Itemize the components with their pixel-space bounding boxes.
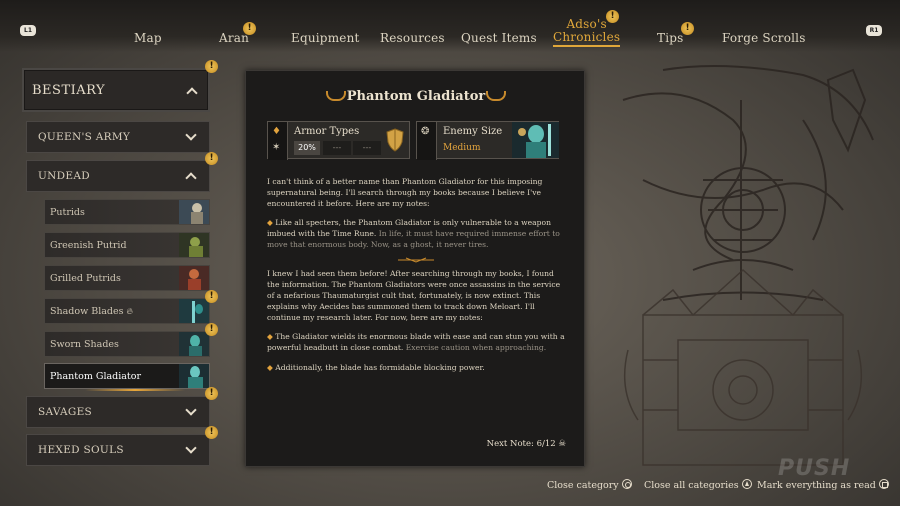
phantom-gladiator-portrait-icon [512,122,559,158]
chevron-down-icon [185,129,197,141]
tab-map[interactable]: Map [134,31,162,45]
greenish-putrid-portrait-icon [179,233,209,257]
enemy-size-value: Medium [443,143,481,153]
next-note-label: Next Note: 6/12 [486,439,556,449]
category-label: SAVAGES [38,406,93,418]
close-category-label: Close category [547,480,619,491]
shadow-blades-label: Shadow Blades [50,306,124,317]
section-divider-icon [398,257,434,263]
tab-equipment[interactable]: Equipment [291,31,360,45]
top-nav: L1 Map Aran ! Equipment Resources Quest … [0,0,900,52]
list-item-label: Putrids [50,207,85,218]
list-item-sworn-shades[interactable]: Sworn Shades [44,331,210,357]
alert-badge-icon: ! [205,290,218,303]
category-label: UNDEAD [38,170,90,182]
category-label: QUEEN'S ARMY [38,131,131,143]
chevron-up-icon [185,172,197,184]
bullet-icon: ◆ [267,332,273,341]
armor-types-title: Armor Types [294,126,360,137]
alert-badge-icon: ! [681,22,694,35]
armor-value-3: --- [353,141,381,155]
list-item-phantom-gladiator[interactable]: Phantom Gladiator [44,363,210,391]
watermark-logo: PUSH [778,456,851,481]
creature-icon: ❂ [421,126,430,137]
armor-value-1: 20% [294,141,320,155]
alert-badge-icon: ! [606,10,619,23]
square-button-icon [878,479,889,489]
entry-note-2: ◆ The Gladiator wields its enormous blad… [267,332,567,354]
chevron-up-icon [186,87,198,99]
next-note[interactable]: Next Note: 6/12 ☠︎ [487,439,566,449]
armor-types-box: ♦ ✶ Armor Types 20% --- --- [267,121,410,160]
tab-quest-items[interactable]: Quest Items [461,31,537,45]
active-tab-underline [553,45,621,47]
tab-tips[interactable]: Tips [657,31,683,45]
tab-label-line2: Chronicles [553,30,621,44]
parchment-illustration [622,65,874,466]
list-item-label: Phantom Gladiator [50,371,142,382]
enemy-size-tab: ❂ [417,122,437,160]
entry-middle-text: I knew I had seen them before! After sea… [267,269,561,322]
alert-badge-icon: ! [205,60,218,73]
tab-resources[interactable]: Resources [380,31,445,45]
entry-title: Phantom Gladiator [346,89,486,104]
category-hexed-souls[interactable]: HEXED SOULS [26,434,210,466]
skull-icon: ☠︎ [558,439,566,449]
bestiary-title: BESTIARY [32,83,106,98]
note-3-text: Additionally, the blade has formidable b… [275,363,485,372]
putrid-portrait-icon [179,200,209,224]
list-item-label: Grilled Putrids [50,273,121,284]
tab-forge-scrolls[interactable]: Forge Scrolls [722,31,806,45]
phantom-gladiator-portrait-icon [179,364,209,388]
list-item-label: Sworn Shades [50,339,119,350]
entry-note-3: ◆ Additionally, the blade has formidable… [267,363,567,374]
category-queens-army[interactable]: QUEEN'S ARMY [26,121,210,153]
armor-types-tab: ♦ ✶ [268,122,288,160]
shield-icon [386,128,404,152]
enemy-size-box: ❂ Enemy Size Medium [416,121,559,160]
close-category-prompt[interactable]: Close category [547,479,632,491]
sworn-shades-portrait-icon [179,332,209,356]
category-undead[interactable]: UNDEAD [26,160,210,192]
list-item-grilled-putrids[interactable]: Grilled Putrids [44,265,210,291]
entry-intro-text: I can't think of a better name than Phan… [267,177,543,208]
enemy-size-title: Enemy Size [443,126,503,137]
list-item-label: Greenish Putrid [50,240,127,251]
flame-icon: 🔥︎ [126,307,134,317]
armor-value-2: --- [323,141,351,155]
flame-icon: ♦ [272,126,281,137]
grilled-putrid-portrait-icon [179,266,209,290]
chevron-down-icon [185,404,197,416]
note-2-dim: Exercise caution when approaching. [405,342,547,352]
l1-bumper-icon[interactable]: L1 [20,25,36,36]
r1-bumper-icon[interactable]: R1 [866,25,882,36]
list-item-shadow-blades[interactable]: Shadow Blades 🔥︎ [44,298,210,324]
alert-badge-icon: ! [205,323,218,336]
tab-label-line1: Adso's [566,17,607,31]
claw-icon: ✶ [272,142,281,153]
close-all-label: Close all categories [644,480,739,491]
bestiary-entry-panel: Phantom Gladiator ♦ ✶ Armor Types 20% --… [245,70,585,467]
list-item-label: Shadow Blades 🔥︎ [50,306,133,317]
close-all-categories-prompt[interactable]: Close all categories [644,479,752,491]
alert-badge-icon: ! [205,387,218,400]
category-savages[interactable]: SAVAGES [26,396,210,428]
alert-badge-icon: ! [243,22,256,35]
bullet-icon: ◆ [267,363,273,372]
circle-button-icon [621,479,632,489]
list-item-putrids[interactable]: Putrids [44,199,210,225]
mark-read-label: Mark everything as read [757,480,876,491]
alert-badge-icon: ! [205,426,218,439]
triangle-button-icon [741,479,752,489]
bestiary-header[interactable]: BESTIARY [22,68,210,112]
entry-note-1: ◆ Like all specters, the Phantom Gladiat… [267,218,567,251]
active-item-underline [85,389,185,391]
shadow-blades-portrait-icon [179,299,209,323]
chevron-down-icon [185,442,197,454]
list-item-greenish-putrid[interactable]: Greenish Putrid [44,232,210,258]
category-label: HEXED SOULS [38,444,124,456]
alert-badge-icon: ! [205,152,218,165]
bullet-icon: ◆ [267,218,273,227]
